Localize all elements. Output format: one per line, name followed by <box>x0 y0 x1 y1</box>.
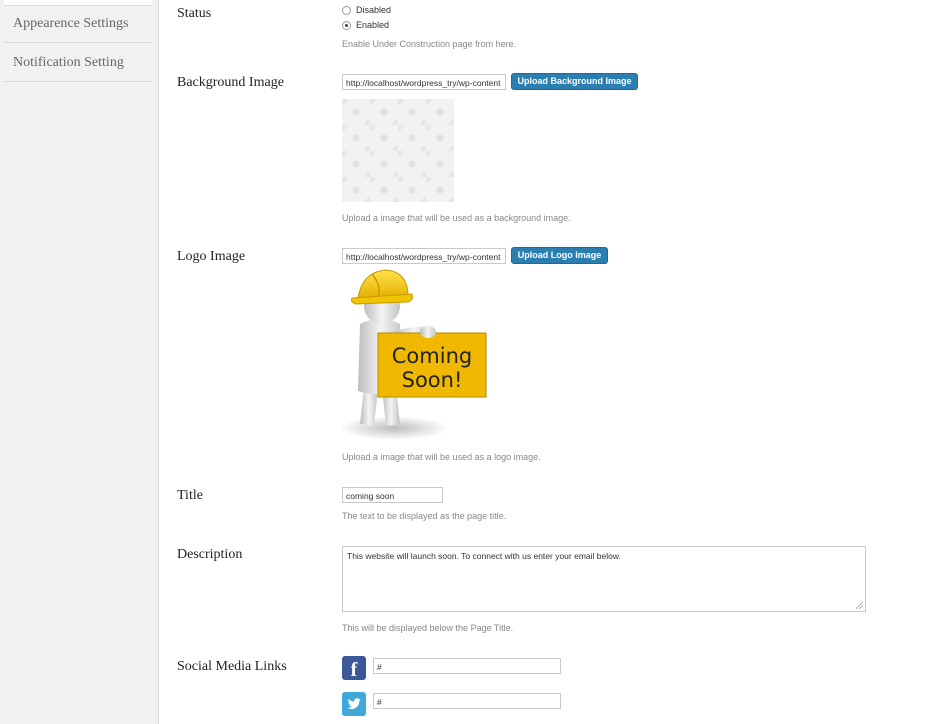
facebook-icon: f <box>342 656 366 681</box>
twitter-link-input[interactable]: # <box>373 693 561 709</box>
status-label: Status <box>177 6 212 21</box>
background-image-help-text: Upload a image that will be used as a ba… <box>342 213 571 223</box>
sign-text-coming: Coming <box>392 344 472 368</box>
enabled-radio[interactable] <box>342 20 351 30</box>
background-image-preview <box>342 99 454 202</box>
title-help-text: The text to be displayed as the page tit… <box>342 511 507 521</box>
social-media-links-label: Social Media Links <box>177 659 287 674</box>
coming-soon-figure-icon: Coming Soon! <box>339 269 487 440</box>
title-input[interactable]: coming soon <box>342 487 443 503</box>
facebook-link-input[interactable]: # <box>373 658 561 674</box>
description-help-text: This will be displayed below the Page Ti… <box>342 623 514 633</box>
sidebar-item-appearence-settings[interactable]: Appearence Settings <box>4 5 152 43</box>
status-option-disabled[interactable]: Disabled <box>342 5 391 15</box>
upload-logo-image-button[interactable]: Upload Logo Image <box>511 247 608 264</box>
description-text: This website will launch soon. To connec… <box>347 551 621 561</box>
logo-image-url-input[interactable]: http://localhost/wordpress_try/wp-conten… <box>342 248 506 264</box>
sign-text-soon: Soon! <box>402 368 463 392</box>
background-image-url-input[interactable]: http://localhost/wordpress_try/wp-conten… <box>342 74 506 90</box>
description-label: Description <box>177 547 243 562</box>
twitter-icon <box>342 692 366 716</box>
enabled-radio-label: Enabled <box>356 20 390 30</box>
status-option-enabled[interactable]: Enabled <box>342 20 389 30</box>
logo-image-help-text: Upload a image that will be used as a lo… <box>342 452 541 462</box>
sidebar-item-notification-setting[interactable]: Notification Setting <box>4 44 152 82</box>
upload-background-image-button[interactable]: Upload Background Image <box>511 73 638 90</box>
title-label: Title <box>177 488 203 503</box>
disabled-radio[interactable] <box>342 5 351 15</box>
status-help-text: Enable Under Construction page from here… <box>342 39 517 49</box>
resize-handle-icon[interactable] <box>856 602 863 609</box>
sidebar: Appearence Settings Notification Setting <box>0 0 159 724</box>
description-textarea[interactable]: This website will launch soon. To connec… <box>342 546 866 612</box>
logo-image-label: Logo Image <box>177 249 246 264</box>
logo-image-preview: Coming Soon! <box>339 266 492 441</box>
background-image-label: Background Image <box>177 75 284 90</box>
disabled-radio-label: Disabled <box>356 5 392 15</box>
